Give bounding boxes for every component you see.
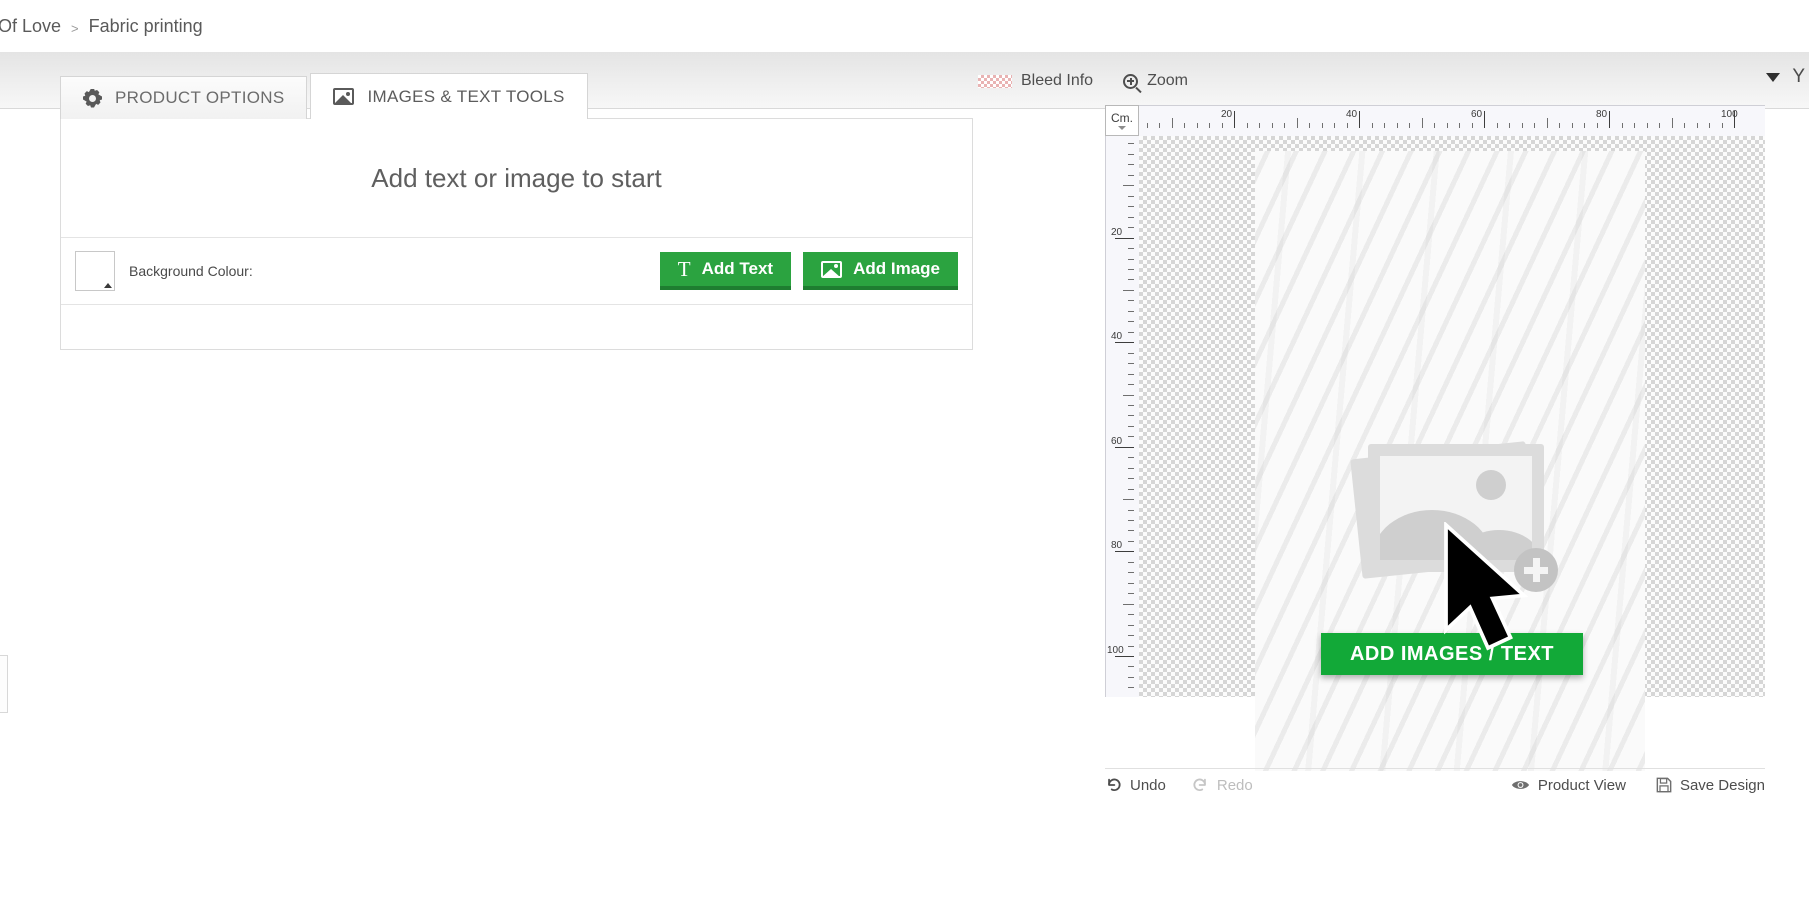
chevron-down-icon [1118,125,1126,130]
picture-icon [333,88,355,105]
breadcrumb-separator: > [71,20,79,36]
tab-images-text-tools-label: IMAGES & TEXT TOOLS [367,86,565,106]
zoom-button[interactable]: Zoom [1123,72,1188,90]
floppy-disk-icon [1656,777,1672,793]
editor-action-buttons: T Add Text Add Image [659,252,958,290]
eye-icon [1511,781,1529,789]
background-colour-label: Background Colour: [129,263,253,279]
stage-footer-right: Product View Save Design [1481,777,1765,794]
add-images-text-button[interactable]: ADD IMAGES / TEXT [1321,633,1583,675]
editor-panel: Add text or image to start Background Co… [60,118,973,350]
background-colour-row: Background Colour: T Add Text Add Image [61,238,972,305]
editor-empty-state: Add text or image to start [61,119,972,238]
product-view-label: Product View [1537,776,1626,794]
bleed-info-button[interactable]: Bleed Info [978,72,1093,90]
left-edge-stub [0,655,8,713]
tab-bar: PRODUCT OPTIONS IMAGES & TEXT TOOLS [60,73,588,119]
breadcrumb-item-shop[interactable]: s Of Love [0,16,61,37]
text-T-icon: T [677,256,691,281]
breadcrumb: s Of Love > Fabric printing [0,0,1809,53]
add-text-button[interactable]: T Add Text [659,252,792,290]
gear-icon [83,89,102,108]
save-design-label: Save Design [1679,776,1765,794]
vertical-ruler: 20 40 60 80 100 [1105,136,1141,697]
undo-arrow-icon [1108,778,1121,791]
zoom-label: Zoom [1147,72,1188,89]
background-colour-swatch[interactable] [75,251,115,291]
right-edge-letter: Y [1792,66,1805,87]
plus-badge-icon [1514,548,1558,592]
bleed-area: ADD IMAGES / TEXT [1139,136,1765,771]
ruler-unit-selector[interactable]: Cm. [1105,105,1139,136]
add-image-button[interactable]: Add Image [803,252,958,290]
collapse-caret-icon[interactable] [1766,72,1781,82]
add-text-button-label: Add Text [701,259,774,278]
picture-icon [821,260,843,278]
undo-button[interactable]: Undo [1105,777,1166,794]
tab-product-options[interactable]: PRODUCT OPTIONS [60,76,308,119]
undo-label: Undo [1130,776,1166,794]
swatch-caret-icon [104,283,112,288]
product-view-button[interactable]: Product View [1511,777,1626,794]
stage-footer: Undo Redo Product View Save Design [1105,768,1765,801]
tab-images-text-tools[interactable]: IMAGES & TEXT TOOLS [310,73,588,119]
redo-button[interactable]: Redo [1192,777,1253,794]
redo-arrow-icon [1193,778,1206,791]
redo-label: Redo [1216,776,1253,794]
editor-empty-state-text: Add text or image to start [371,162,662,193]
bleed-info-label: Bleed Info [1021,72,1094,89]
horizontal-ruler: 20 40 60 80 100 [1139,105,1765,138]
breadcrumb-item-fabric-printing[interactable]: Fabric printing [89,16,203,37]
image-stack-add-icon [1350,434,1558,594]
stage-tool-row: Bleed Info Zoom [978,66,1218,96]
magnifier-plus-icon [1123,73,1139,89]
save-design-button[interactable]: Save Design [1656,777,1765,794]
right-edge-controls: Y [1766,66,1805,88]
ruler-unit-label: Cm. [1111,110,1133,125]
tab-product-options-label: PRODUCT OPTIONS [115,88,285,107]
add-image-button-label: Add Image [853,259,940,278]
editor-panel-footer [61,305,972,349]
bleed-checker-swatch [978,74,1012,88]
